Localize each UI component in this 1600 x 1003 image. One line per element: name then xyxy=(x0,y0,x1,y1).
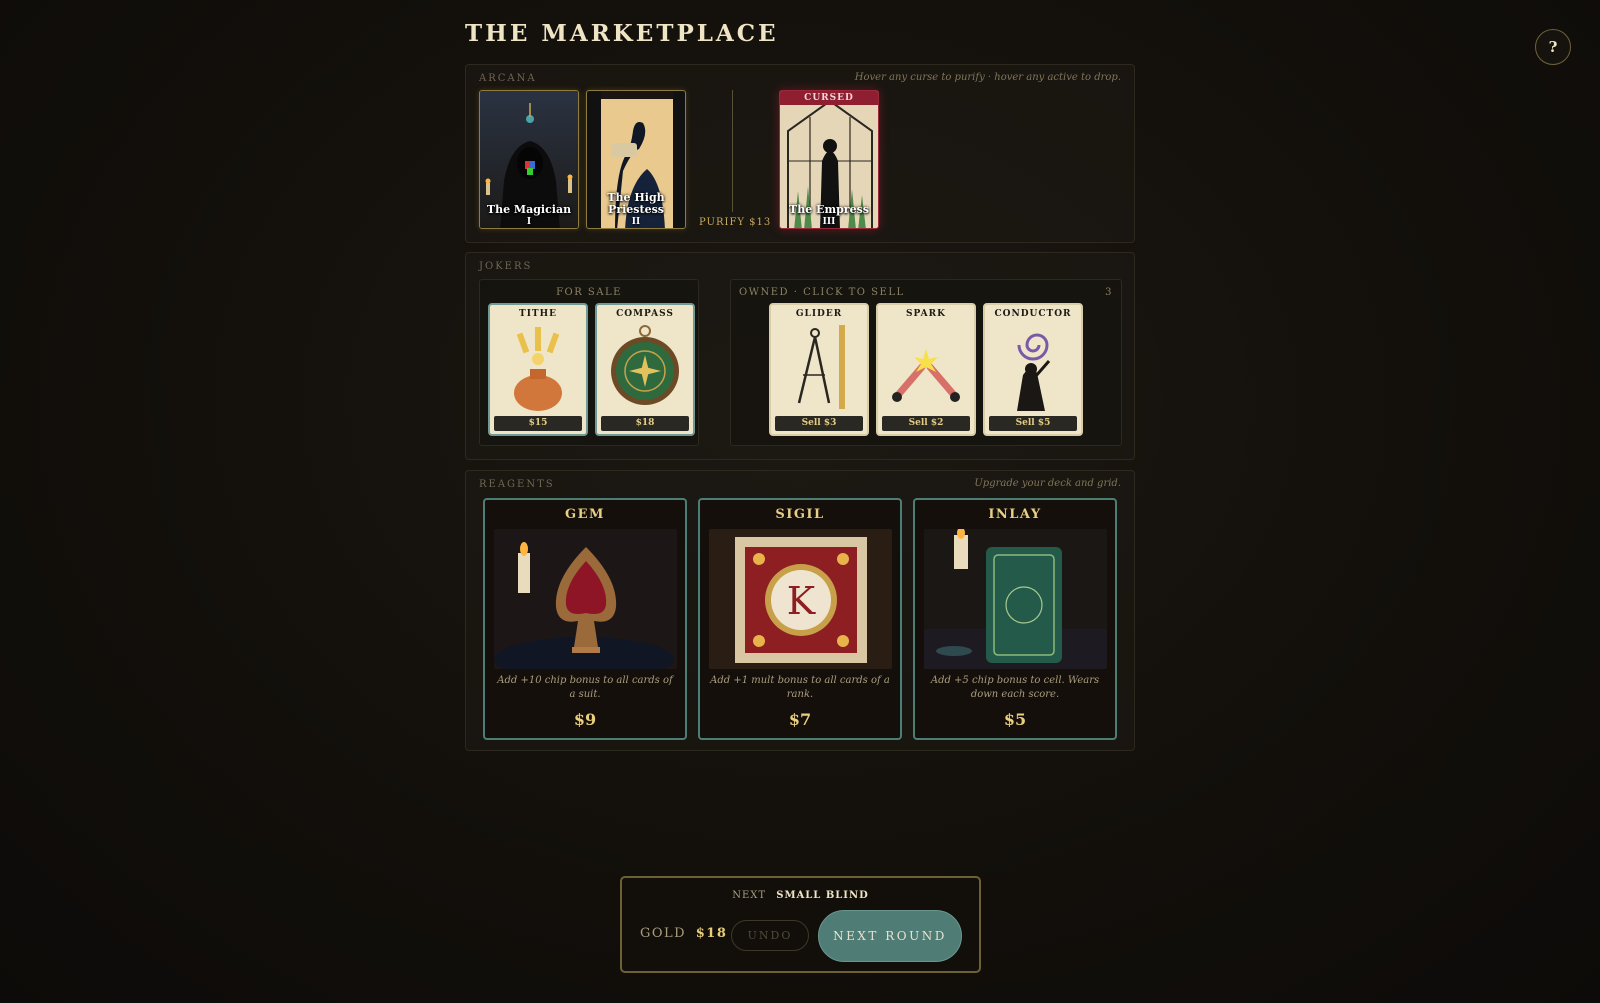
owned-count: 3 xyxy=(1105,287,1113,298)
reagent-description: Add +5 chip bonus to cell. Wears down ea… xyxy=(930,675,1100,700)
inlay-card-icon xyxy=(924,529,1107,669)
joker-name: TITHE xyxy=(519,309,557,319)
arcana-divider xyxy=(732,90,733,212)
arcana-hint: Hover any curse to purify · hover any ac… xyxy=(854,72,1121,83)
undo-button[interactable]: UNDO xyxy=(731,920,809,951)
gem-spade-icon xyxy=(494,529,677,669)
page-title: THE MARKETPLACE xyxy=(465,20,779,47)
jokers-panel: JOKERS FOR SALE TITHE $15 COMPASS $18 OW… xyxy=(465,252,1135,460)
svg-text:K: K xyxy=(787,579,816,623)
drafting-compass-icon xyxy=(797,325,845,409)
tarot-name: The High Priestess xyxy=(607,191,665,216)
owned-label: OWNED · CLICK TO SELL xyxy=(739,287,905,298)
next-blind-name: SMALL BLIND xyxy=(776,890,869,901)
gold-label: GOLD xyxy=(640,926,687,941)
next-prefix: NEXT xyxy=(732,890,767,901)
reagent-name: GEM xyxy=(565,507,605,522)
reagent-description: Add +10 chip bonus to all cards of a sui… xyxy=(497,675,673,700)
gold-display: GOLD $18 xyxy=(640,926,727,941)
joker-price: $15 xyxy=(494,416,582,431)
reagent-card-gem[interactable]: GEM Add +10 chip bonus to all cards of a… xyxy=(483,498,687,740)
joker-sell-price: Sell $2 xyxy=(882,416,970,431)
joker-price: $18 xyxy=(601,416,689,431)
joker-card-compass[interactable]: COMPASS $18 xyxy=(595,303,695,436)
joker-card-tithe[interactable]: TITHE $15 xyxy=(488,303,588,436)
conductor-figure-icon xyxy=(1017,333,1051,411)
reagent-name: SIGIL xyxy=(775,507,825,522)
tarot-card-empress[interactable]: CURSED The Empress III xyxy=(779,90,879,229)
reagents-panel: REAGENTS Upgrade your deck and grid. GEM… xyxy=(465,470,1135,751)
for-sale-box: FOR SALE TITHE $15 COMPASS $18 xyxy=(479,279,699,446)
joker-name: GLIDER xyxy=(795,309,843,319)
compass-icon xyxy=(611,325,679,405)
reagent-description: Add +1 mult bonus to all cards of a rank… xyxy=(710,675,890,700)
reagent-price: $9 xyxy=(573,710,597,729)
joker-name: SPARK xyxy=(906,309,946,319)
joker-card-glider[interactable]: GLIDER Sell $3 xyxy=(769,303,869,436)
spark-rods-icon xyxy=(892,349,960,402)
joker-sell-price: Sell $5 xyxy=(989,416,1077,431)
reagent-price: $5 xyxy=(1003,710,1027,729)
help-button[interactable]: ? xyxy=(1535,29,1571,65)
reagents-label: REAGENTS xyxy=(479,479,555,490)
potion-vase-icon xyxy=(514,327,562,411)
arcana-panel: ARCANA Hover any curse to purify · hover… xyxy=(465,64,1135,243)
tarot-numeral: I xyxy=(526,217,532,227)
joker-card-spark[interactable]: SPARK Sell $2 xyxy=(876,303,976,436)
reagent-name: INLAY xyxy=(988,507,1042,522)
jokers-label: JOKERS xyxy=(479,261,533,272)
gold-value: $18 xyxy=(695,926,728,941)
round-control-bar: NEXT SMALL BLIND GOLD $18 UNDO NEXT ROUN… xyxy=(620,876,981,973)
for-sale-label: FOR SALE xyxy=(556,287,622,298)
joker-name: COMPASS xyxy=(616,309,674,319)
tarot-numeral: III xyxy=(822,217,836,227)
joker-card-conductor[interactable]: CONDUCTOR Sell $5 xyxy=(983,303,1083,436)
tarot-name: The Empress xyxy=(789,203,869,216)
next-round-button[interactable]: NEXT ROUND xyxy=(818,910,962,962)
purify-button[interactable]: PURIFY $13 xyxy=(699,217,771,228)
arcana-label: ARCANA xyxy=(479,73,537,84)
reagent-card-sigil[interactable]: SIGIL K Add +1 mult bonus to all cards o… xyxy=(698,498,902,740)
tarot-card-high-priestess[interactable]: The High Priestess II xyxy=(586,90,686,229)
owned-box: OWNED · CLICK TO SELL 3 GLIDER Sell $3 S… xyxy=(730,279,1122,446)
cursed-banner: CURSED xyxy=(780,91,878,105)
tarot-card-magician[interactable]: The Magician I xyxy=(479,90,579,229)
sigil-k-icon: K xyxy=(709,529,892,669)
joker-name: CONDUCTOR xyxy=(994,309,1072,319)
joker-sell-price: Sell $3 xyxy=(775,416,863,431)
next-blind-label: NEXT SMALL BLIND xyxy=(622,890,979,901)
reagent-card-inlay[interactable]: INLAY Add +5 chip bonus to cell. Wears d… xyxy=(913,498,1117,740)
tarot-name: The Magician xyxy=(486,203,572,216)
reagents-hint: Upgrade your deck and grid. xyxy=(974,478,1121,489)
reagent-price: $7 xyxy=(788,710,812,729)
tarot-numeral: II xyxy=(631,217,641,227)
